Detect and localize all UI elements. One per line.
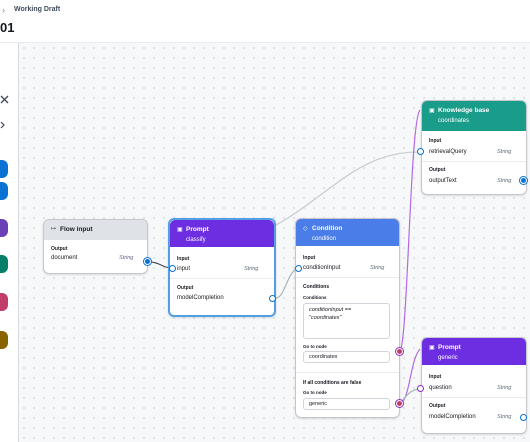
prompt-classify-subtitle: classify (186, 237, 206, 243)
condition-else-port[interactable] (396, 400, 403, 407)
prompt-generic-node[interactable]: ▣ Prompt generic Input question String O… (421, 337, 527, 434)
condition-input-type: String (370, 265, 385, 271)
prompt-classify-input-port[interactable] (169, 265, 176, 272)
flow-input-node[interactable]: ↦ Flow input Output document String (43, 219, 148, 274)
condition-expression-box[interactable]: conditionInput == "coordinates" (303, 303, 390, 339)
connection-classify-knowledgebase (275, 151, 423, 226)
flow-input-output-label: Output (51, 246, 68, 252)
diamond-icon: ◇ (303, 226, 308, 232)
prompt-generic-output-type: String (497, 414, 512, 420)
prompt-generic-input-label: Input (429, 374, 442, 380)
else-goto-label: Go to node (303, 390, 327, 395)
conditions-sublabel: Conditions (303, 295, 327, 300)
condition-node[interactable]: ◇ Condition condition Input conditionInp… (295, 218, 400, 418)
divider (296, 277, 399, 278)
knowledge-base-output-port[interactable] (520, 177, 527, 184)
prompt-classify-header: ▣ Prompt classify (170, 220, 274, 247)
knowledge-base-subtitle: coordinates (438, 118, 470, 124)
condition-expression-line2: "coordinates" (309, 314, 342, 321)
divider (422, 161, 526, 162)
knowledge-base-input-type: String (497, 149, 512, 155)
prompt-icon: ▣ (177, 227, 183, 233)
connection-condition-generic (399, 348, 421, 405)
flow-input-header: ↦ Flow input (44, 220, 147, 240)
condition-title: Condition (312, 225, 343, 232)
prompt-classify-title: Prompt (186, 226, 209, 233)
condition-input-label: Input (303, 255, 316, 261)
knowledge-base-input-field: retrievalQuery (429, 149, 467, 155)
else-label: If all conditions are false (303, 380, 362, 386)
divider (296, 372, 399, 373)
prompt-classify-input-type: String (244, 266, 259, 272)
conditions-label: Conditions (303, 284, 330, 290)
prompt-generic-output-field: modelCompletion (429, 414, 476, 420)
knowledge-base-input-port[interactable] (417, 148, 424, 155)
goto-label: Go to node (303, 344, 327, 349)
condition-subtitle: condition (312, 236, 337, 242)
prompt-generic-title: Prompt (438, 344, 461, 351)
prompt-generic-header: ▣ Prompt generic (422, 338, 526, 365)
prompt-classify-input-field: input (177, 266, 191, 272)
condition-goto-port[interactable] (396, 348, 403, 355)
connection-condition-knowledgebase (399, 109, 421, 352)
prompt-generic-output-label: Output (429, 403, 446, 409)
knowledge-base-output-field: outputText (429, 178, 457, 184)
divider (170, 278, 274, 279)
flow-input-icon: ↦ (51, 226, 57, 232)
condition-input-port[interactable] (295, 265, 302, 272)
knowledge-base-output-type: String (497, 178, 512, 184)
prompt-classify-input-label: Input (177, 256, 190, 262)
knowledge-base-title: Knowledge base (438, 107, 490, 114)
knowledge-base-output-label: Output (429, 167, 446, 173)
knowledge-base-input-label: Input (429, 138, 442, 144)
prompt-generic-subtitle: generic (438, 355, 458, 361)
flow-input-output-port[interactable] (144, 258, 151, 265)
flow-input-type: String (119, 255, 134, 261)
knowledge-base-header: ▣ Knowledge base coordinates (422, 101, 526, 131)
prompt-generic-input-type: String (497, 385, 512, 391)
knowledge-base-icon: ▣ (429, 108, 435, 114)
prompt-generic-input-field: question (429, 385, 452, 391)
prompt-classify-node[interactable]: ▣ Prompt classify Input input String Out… (168, 218, 276, 317)
flow-input-field: document (51, 255, 78, 261)
condition-expression-line1: conditionInput == (309, 307, 352, 313)
knowledge-base-node[interactable]: ▣ Knowledge base coordinates Input retri… (421, 100, 527, 195)
prompt-generic-question-port[interactable] (417, 385, 424, 392)
condition-input-field: conditionInput (303, 265, 341, 271)
else-goto-node-select[interactable]: generic (303, 398, 390, 410)
prompt-classify-output-port[interactable] (269, 295, 276, 302)
condition-header: ◇ Condition condition (296, 219, 399, 246)
prompt-icon: ▣ (429, 345, 435, 351)
prompt-generic-output-port[interactable] (520, 414, 527, 421)
prompt-classify-output-field: modelCompletion (177, 295, 224, 301)
goto-node-select[interactable]: coordinates (303, 351, 390, 363)
flow-input-title: Flow input (60, 226, 93, 233)
prompt-classify-output-label: Output (177, 285, 194, 291)
divider (422, 397, 526, 398)
